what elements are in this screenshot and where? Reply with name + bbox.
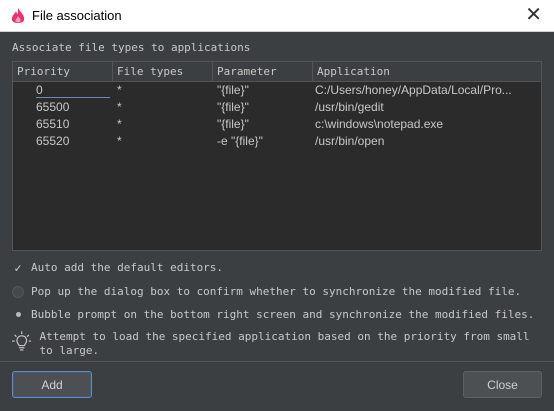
footer-divider — [0, 361, 554, 362]
lightbulb-icon — [12, 331, 32, 351]
cell-priority: 65510 — [36, 117, 70, 131]
column-header-priority[interactable]: Priority — [13, 62, 113, 81]
cell-application: /usr/bin/open — [315, 134, 385, 148]
app-logo-icon — [11, 8, 25, 23]
cell-application: C:/Users/honey/AppData/Local/Pro... — [315, 83, 512, 97]
radio-selected-icon — [12, 309, 24, 321]
cell-application: /usr/bin/gedit — [315, 100, 384, 114]
priority-hint: Attempt to load the specified applicatio… — [12, 329, 532, 358]
cell-file-types: * — [117, 117, 122, 131]
section-heading: Associate file types to applications — [12, 41, 251, 54]
cell-priority: 65500 — [36, 100, 70, 114]
cell-parameter: "{file}" — [217, 117, 249, 131]
association-table[interactable]: Priority File types Parameter Applicatio… — [12, 61, 542, 251]
cell-parameter: -e "{file}" — [217, 134, 263, 148]
close-icon[interactable]: ✕ — [525, 4, 542, 26]
cell-file-types: * — [117, 83, 122, 97]
column-header-application[interactable]: Application — [313, 62, 541, 81]
window-title: File association — [32, 8, 122, 23]
table-row[interactable]: 65510 * "{file}" c:\windows\notepad.exe — [13, 116, 541, 133]
cell-file-types: * — [117, 100, 122, 114]
popup-dialog-radio[interactable]: Pop up the dialog box to confirm whether… — [12, 285, 521, 298]
close-button[interactable]: Close — [463, 371, 542, 398]
checkmark-icon: ✓ — [14, 260, 22, 275]
bubble-prompt-radio[interactable]: Bubble prompt on the bottom right screen… — [12, 308, 534, 321]
column-header-parameter[interactable]: Parameter — [213, 62, 313, 81]
cell-application: c:\windows\notepad.exe — [315, 117, 444, 131]
column-header-file-types[interactable]: File types — [113, 62, 213, 81]
title-bar: File association ✕ — [0, 0, 554, 32]
radio-unselected-icon — [12, 285, 24, 298]
cell-priority: 65520 — [36, 134, 70, 148]
cell-parameter: "{file}" — [217, 83, 249, 97]
cell-file-types: * — [117, 134, 122, 148]
auto-add-checkbox[interactable]: ✓ Auto add the default editors. — [12, 260, 224, 275]
cell-parameter: "{file}" — [217, 100, 249, 114]
table-row[interactable]: 65500 * "{file}" /usr/bin/gedit — [13, 99, 541, 116]
hint-text: Attempt to load the specified applicatio… — [39, 330, 530, 357]
table-row[interactable]: 0 * "{file}" C:/Users/honey/AppData/Loca… — [13, 82, 541, 99]
table-header: Priority File types Parameter Applicatio… — [13, 62, 541, 82]
bubble-prompt-label: Bubble prompt on the bottom right screen… — [31, 308, 535, 321]
popup-dialog-label: Pop up the dialog box to confirm whether… — [31, 285, 522, 298]
priority-edit-field[interactable]: 0 — [36, 83, 110, 98]
auto-add-label: Auto add the default editors. — [31, 261, 224, 274]
add-button[interactable]: Add — [12, 371, 92, 398]
table-row[interactable]: 65520 * -e "{file}" /usr/bin/open — [13, 133, 541, 150]
